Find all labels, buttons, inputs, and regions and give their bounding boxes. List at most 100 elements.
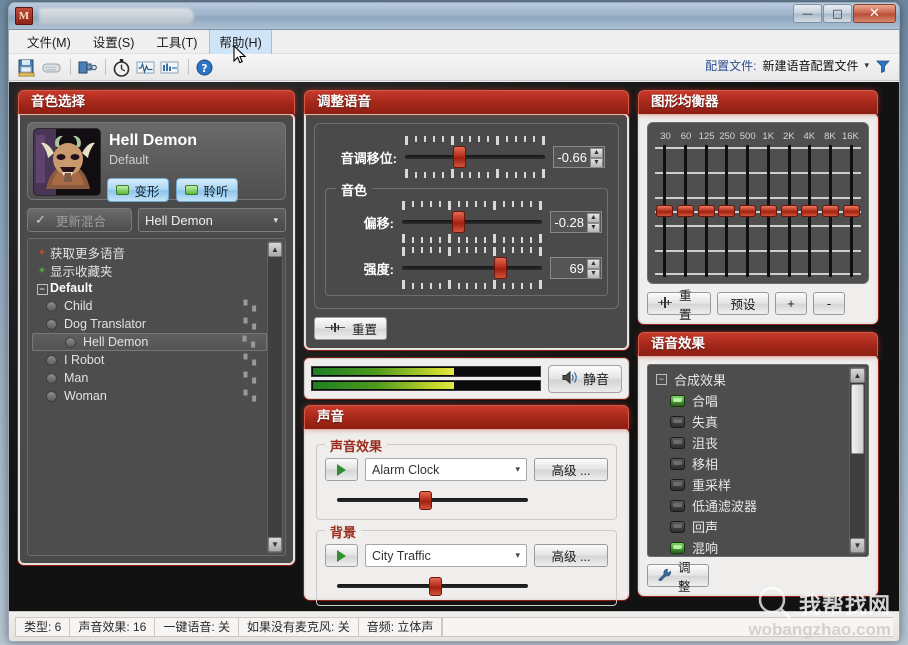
list-item-get-more[interactable]: ✦ 获取更多语音 [28, 243, 285, 261]
background-volume-slider[interactable] [337, 576, 528, 596]
scroll-down-button[interactable]: ▼ [268, 537, 282, 552]
effect-toggle-icon[interactable] [670, 541, 685, 554]
equalizer-knob-9[interactable] [842, 205, 860, 217]
morph-button[interactable]: 变形 [107, 178, 169, 202]
effect-toggle-icon[interactable] [670, 520, 685, 533]
equalizer-band-0[interactable] [655, 145, 674, 277]
background-volume-knob[interactable] [428, 577, 442, 596]
mute-button[interactable]: 静音 [548, 364, 622, 393]
sound-effect-volume-slider[interactable] [337, 490, 528, 510]
voice-effects-adjust-button[interactable]: 调整 [647, 561, 709, 594]
waveform-icon[interactable] [135, 57, 156, 78]
equalizer-knob-1[interactable] [676, 205, 694, 217]
scrollbar-thumb[interactable] [851, 384, 864, 454]
effect-toggle-icon[interactable] [670, 478, 685, 491]
list-item-child[interactable]: Child ▘▖ [28, 297, 285, 315]
collapse-icon[interactable]: − [656, 374, 667, 385]
voice-effects-scrollbar[interactable]: ▲ ▼ [849, 367, 866, 554]
effect-toggle-icon[interactable] [670, 415, 685, 428]
strength-slider[interactable] [402, 247, 542, 289]
profile-selector[interactable]: 配置文件: 新建语音配置文件 ▾ [705, 57, 891, 74]
pitch-slider-knob[interactable] [452, 146, 466, 168]
shift-slider-knob[interactable] [452, 211, 466, 233]
equalizer-knob-2[interactable] [697, 205, 715, 217]
shift-spin-down[interactable]: ▼ [587, 223, 600, 233]
scroll-up-button[interactable]: ▲ [850, 368, 865, 383]
save-icon[interactable] [17, 57, 38, 78]
voice-list-scrollbar[interactable]: ▲ ▼ [267, 241, 283, 553]
filter-icon[interactable] [875, 58, 891, 74]
equalizer-knob-4[interactable] [739, 205, 757, 217]
equalizer-knob-3[interactable] [718, 205, 736, 217]
chevron-down-icon[interactable]: ▾ [273, 215, 278, 226]
voice-list[interactable]: ✦ 获取更多语音 ✦ 显示收藏夹 − Default Child ▘▖ Dog … [27, 238, 286, 556]
sound-effect-play-button[interactable] [325, 458, 358, 481]
pitch-slider[interactable] [405, 136, 545, 178]
background-play-button[interactable] [325, 544, 358, 567]
effect-toggle-icon[interactable] [670, 436, 685, 449]
equalizer-knob-5[interactable] [759, 205, 777, 217]
pitch-spin-up[interactable]: ▲ [590, 148, 603, 158]
list-item-dog-translator[interactable]: Dog Translator ▘▖ [28, 315, 285, 333]
voice-combo[interactable]: Hell Demon ▾ [138, 208, 286, 232]
list-item-favorites[interactable]: ✦ 显示收藏夹 [28, 261, 285, 279]
strength-spin-up[interactable]: ▲ [587, 259, 600, 269]
equalizer-band-8[interactable] [821, 145, 840, 277]
sound-effect-advanced-button[interactable]: 高级 ... [534, 458, 608, 481]
equalizer-band-2[interactable] [697, 145, 716, 277]
plugin-icon[interactable] [76, 57, 97, 78]
pitch-value-field[interactable]: -0.66 ▲ ▼ [553, 146, 605, 168]
equalizer-remove-button[interactable]: - [813, 292, 845, 315]
background-advanced-button[interactable]: 高级 ... [534, 544, 608, 567]
equalizer-band-7[interactable] [800, 145, 819, 277]
scroll-up-button[interactable]: ▲ [268, 242, 282, 257]
effect-toggle-icon[interactable] [670, 394, 685, 407]
list-item-hell-demon[interactable]: Hell Demon ▘▖ [32, 333, 267, 351]
effects-group-0[interactable]: − 合成效果 [648, 369, 868, 390]
shift-value-field[interactable]: -0.28 ▲ ▼ [550, 211, 602, 233]
effects-item-5[interactable]: 重采样 [648, 474, 868, 495]
effects-item-8[interactable]: 混响 [648, 537, 868, 556]
list-group-default[interactable]: − Default [28, 279, 285, 297]
menu-tools[interactable]: 工具(T) [146, 29, 207, 55]
help-icon[interactable]: ? [194, 57, 215, 78]
equalizer-add-button[interactable]: + [775, 292, 807, 315]
listen-button[interactable]: 聆听 [176, 178, 238, 202]
menu-file[interactable]: 文件(M) [17, 29, 81, 55]
effects-item-2[interactable]: 失真 [648, 411, 868, 432]
adjust-reset-button[interactable]: 重置 [314, 317, 388, 340]
voice-effects-list[interactable]: −合成效果合唱失真沮丧移相重采样低通滤波器回声混响−语音 ▲ ▼ [647, 364, 869, 557]
scroll-down-button[interactable]: ▼ [850, 538, 865, 553]
timer-icon[interactable] [111, 57, 132, 78]
effects-item-6[interactable]: 低通滤波器 [648, 495, 868, 516]
effect-toggle-icon[interactable] [670, 457, 685, 470]
equalizer-reset-button[interactable]: 重置 [647, 289, 711, 322]
close-button[interactable]: ✕ [853, 4, 896, 23]
keyboard-icon[interactable] [41, 57, 62, 78]
equalizer-band-6[interactable] [780, 145, 799, 277]
sound-effect-volume-knob[interactable] [419, 491, 433, 510]
pitch-spin-down[interactable]: ▼ [590, 158, 603, 168]
equalizer-knob-6[interactable] [780, 205, 798, 217]
equalizer-knob-0[interactable] [656, 205, 673, 217]
minimize-button[interactable]: — [793, 4, 822, 23]
sound-effect-combo[interactable]: Alarm Clock ▾ [365, 458, 527, 481]
maximize-button[interactable]: □ [823, 4, 852, 23]
strength-value-field[interactable]: 69 ▲ ▼ [550, 257, 602, 279]
effects-item-7[interactable]: 回声 [648, 516, 868, 537]
effect-toggle-icon[interactable] [670, 499, 685, 512]
strength-spin-down[interactable]: ▼ [587, 269, 600, 279]
chevron-down-icon[interactable]: ▾ [515, 464, 520, 475]
collapse-icon[interactable]: − [36, 284, 48, 295]
equalizer-band-5[interactable] [759, 145, 778, 277]
equalizer-band-9[interactable] [842, 145, 861, 277]
menu-settings[interactable]: 设置(S) [83, 29, 145, 55]
effects-item-1[interactable]: 合唱 [648, 390, 868, 411]
effects-item-3[interactable]: 沮丧 [648, 432, 868, 453]
levels-icon[interactable] [159, 57, 180, 78]
equalizer-band-3[interactable] [717, 145, 736, 277]
list-item-man[interactable]: Man ▘▖ [28, 369, 285, 387]
shift-spin-up[interactable]: ▲ [587, 213, 600, 223]
list-item-woman[interactable]: Woman ▘▖ [28, 387, 285, 405]
strength-slider-knob[interactable] [494, 257, 508, 279]
